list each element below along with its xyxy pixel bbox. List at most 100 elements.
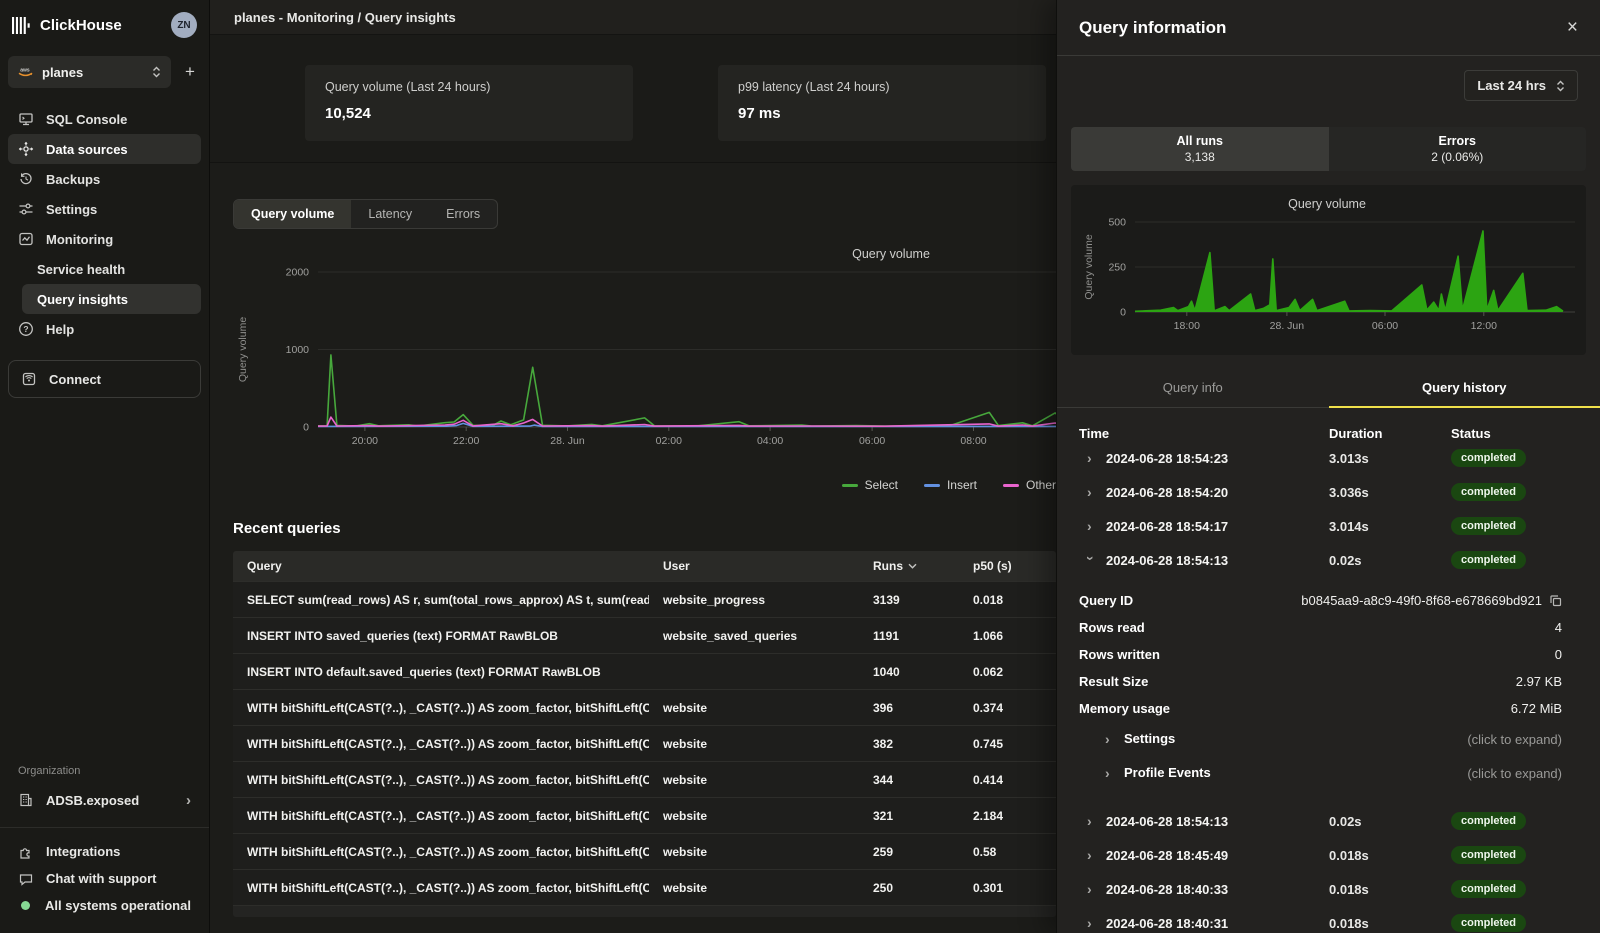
svg-text:Query volume: Query volume [1083, 234, 1095, 300]
sidebar-item-label: Data sources [46, 142, 128, 157]
column-header-query[interactable]: Query [233, 559, 649, 573]
legend-item-insert[interactable]: Insert [924, 478, 977, 492]
connect-button[interactable]: Connect [8, 360, 201, 398]
sidebar: ClickHouse ZN aws planes + SQL Console D… [0, 0, 210, 933]
svg-text:08:00: 08:00 [960, 435, 986, 447]
history-row-expanded[interactable]: ›2024-06-28 18:54:13 0.02s completed [1079, 543, 1578, 577]
organization-item[interactable]: ADSB.exposed › [8, 783, 201, 817]
history-row[interactable]: ›2024-06-28 18:54:23 3.013s completed [1079, 441, 1578, 475]
chevron-up-down-icon [1556, 80, 1565, 92]
legend-item-select[interactable]: Select [842, 478, 898, 492]
svg-text:02:00: 02:00 [656, 435, 682, 447]
tab-query-info[interactable]: Query info [1057, 371, 1329, 408]
legend-swatch [842, 484, 858, 487]
system-status-item[interactable]: All systems operational [8, 892, 201, 919]
chat-bubble-icon [18, 871, 34, 887]
connect-label: Connect [49, 372, 101, 387]
mini-query-volume-chart: 025050018:0028. Jun06:0012:00Query volum… [1071, 185, 1586, 355]
status-badge: completed [1451, 483, 1526, 501]
aws-icon: aws [18, 67, 33, 78]
table-row[interactable]: WITH bitShiftLeft(CAST(?..), _CAST(?..))… [233, 761, 1056, 797]
connect-icon [21, 371, 37, 387]
table-row[interactable]: SELECT sum(read_rows) AS r, sum(total_ro… [233, 581, 1056, 617]
table-row[interactable]: WITH bitShiftLeft(CAST(?..), _CAST(?..))… [233, 797, 1056, 833]
table-header: Query User Runs p50 (s) [233, 551, 1056, 581]
history-row[interactable]: ›2024-06-28 18:40:31 0.018s completed [1079, 906, 1578, 933]
chevron-right-icon: › [1087, 915, 1095, 931]
sidebar-item-help[interactable]: ? Help [8, 314, 201, 344]
table-row[interactable]: WITH bitShiftLeft(CAST(?..), _CAST(?..))… [233, 689, 1056, 725]
main-chart-svg[interactable]: 01000200020:0022:0028. Jun02:0004:0006:0… [233, 239, 1056, 471]
stat-card-p99-latency: p99 latency (Last 24 hours) 97 ms [718, 65, 1046, 141]
table-row-partial [233, 905, 1056, 917]
chat-support-item[interactable]: Chat with support [8, 865, 201, 892]
detail-row-memory-usage: Memory usage 6.72 MiB [1079, 695, 1578, 722]
history-row[interactable]: ›2024-06-28 18:40:33 0.018s completed [1079, 872, 1578, 906]
close-icon[interactable]: × [1567, 18, 1578, 37]
sidebar-item-query-insights[interactable]: Query insights [22, 284, 201, 314]
tab-query-volume[interactable]: Query volume [234, 200, 351, 228]
history-row[interactable]: ›2024-06-28 18:45:49 0.018s completed [1079, 838, 1578, 872]
profile-events-expander[interactable]: ›Profile Events (click to expand) [1079, 756, 1578, 790]
query-id-value: b0845aa9-a8c9-49f0-8f68-e678669bd921 [1301, 593, 1542, 608]
chevron-right-icon: › [186, 792, 191, 809]
sidebar-nav: SQL Console Data sources Backups Setting… [8, 104, 201, 344]
table-row[interactable]: WITH bitShiftLeft(CAST(?..), _CAST(?..))… [233, 725, 1056, 761]
toggle-errors[interactable]: Errors 2 (0.06%) [1329, 127, 1587, 171]
settings-expander[interactable]: ›Settings (click to expand) [1079, 722, 1578, 756]
breadcrumb-bar: planes - Monitoring / Query insights [210, 0, 1056, 35]
column-header-runs[interactable]: Runs [859, 559, 959, 573]
status-badge: completed [1451, 846, 1526, 864]
svg-text:?: ? [23, 324, 28, 334]
chevron-right-icon: › [1087, 813, 1095, 829]
tab-errors[interactable]: Errors [429, 200, 497, 228]
svg-text:250: 250 [1108, 262, 1126, 274]
time-range-select[interactable]: Last 24 hrs [1464, 70, 1578, 101]
main-content: planes - Monitoring / Query insights Que… [210, 0, 1056, 933]
user-avatar[interactable]: ZN [171, 12, 197, 38]
integrations-label: Integrations [46, 844, 120, 859]
column-header-p50[interactable]: p50 (s) [959, 559, 1056, 573]
svg-text:12:00: 12:00 [1471, 320, 1497, 332]
copy-icon[interactable] [1549, 594, 1562, 607]
history-row[interactable]: ›2024-06-28 18:54:13 0.02s completed [1079, 804, 1578, 838]
workspace-selector[interactable]: aws planes [8, 56, 171, 88]
status-dot-icon [21, 901, 30, 910]
chevron-right-icon: › [1087, 518, 1095, 534]
history-row[interactable]: ›2024-06-28 18:54:17 3.014s completed [1079, 509, 1578, 543]
runs-errors-toggle: All runs 3,138 Errors 2 (0.06%) [1071, 127, 1586, 171]
panel-header: Query information × [1057, 0, 1600, 56]
sidebar-item-sql-console[interactable]: SQL Console [8, 104, 201, 134]
column-header-duration: Duration [1329, 426, 1451, 441]
column-header-user[interactable]: User [649, 559, 859, 573]
tab-latency[interactable]: Latency [351, 200, 429, 228]
sidebar-item-data-sources[interactable]: Data sources [8, 134, 201, 164]
tab-query-history[interactable]: Query history [1329, 371, 1600, 408]
table-row[interactable]: INSERT INTO default.saved_queries (text)… [233, 653, 1056, 689]
time-range-value: Last 24 hrs [1477, 78, 1546, 93]
monitoring-chart-icon [18, 231, 34, 247]
integrations-item[interactable]: Integrations [8, 838, 201, 865]
sidebar-item-label: Service health [37, 262, 125, 277]
mini-chart-svg[interactable]: 025050018:0028. Jun06:0012:00Query volum… [1079, 196, 1575, 344]
panel-body: Last 24 hrs All runs 3,138 Errors 2 (0.0… [1057, 56, 1600, 933]
table-row[interactable]: INSERT INTO saved_queries (text) FORMAT … [233, 617, 1056, 653]
data-sources-icon [18, 141, 34, 157]
organization-name: ADSB.exposed [46, 793, 139, 808]
toggle-all-runs[interactable]: All runs 3,138 [1071, 127, 1329, 171]
sidebar-item-service-health[interactable]: Service health [22, 254, 201, 284]
table-row[interactable]: WITH bitShiftLeft(CAST(?..), _CAST(?..))… [233, 869, 1056, 905]
chevron-right-icon: › [1105, 731, 1113, 747]
legend-item-other[interactable]: Other [1003, 478, 1056, 492]
detail-row-result-size: Result Size 2.97 KB [1079, 668, 1578, 695]
table-row[interactable]: WITH bitShiftLeft(CAST(?..), _CAST(?..))… [233, 833, 1056, 869]
sidebar-item-backups[interactable]: Backups [8, 164, 201, 194]
add-workspace-button[interactable]: + [179, 62, 201, 82]
column-header-time: Time [1079, 426, 1329, 441]
expand-hint: (click to expand) [1467, 766, 1562, 781]
history-row[interactable]: ›2024-06-28 18:54:20 3.036s completed [1079, 475, 1578, 509]
sidebar-item-monitoring[interactable]: Monitoring [8, 224, 201, 254]
sidebar-item-settings[interactable]: Settings [8, 194, 201, 224]
organization-section-label: Organization [18, 765, 191, 777]
insights-content: Query volume Latency Errors 01000200020:… [210, 163, 1056, 933]
